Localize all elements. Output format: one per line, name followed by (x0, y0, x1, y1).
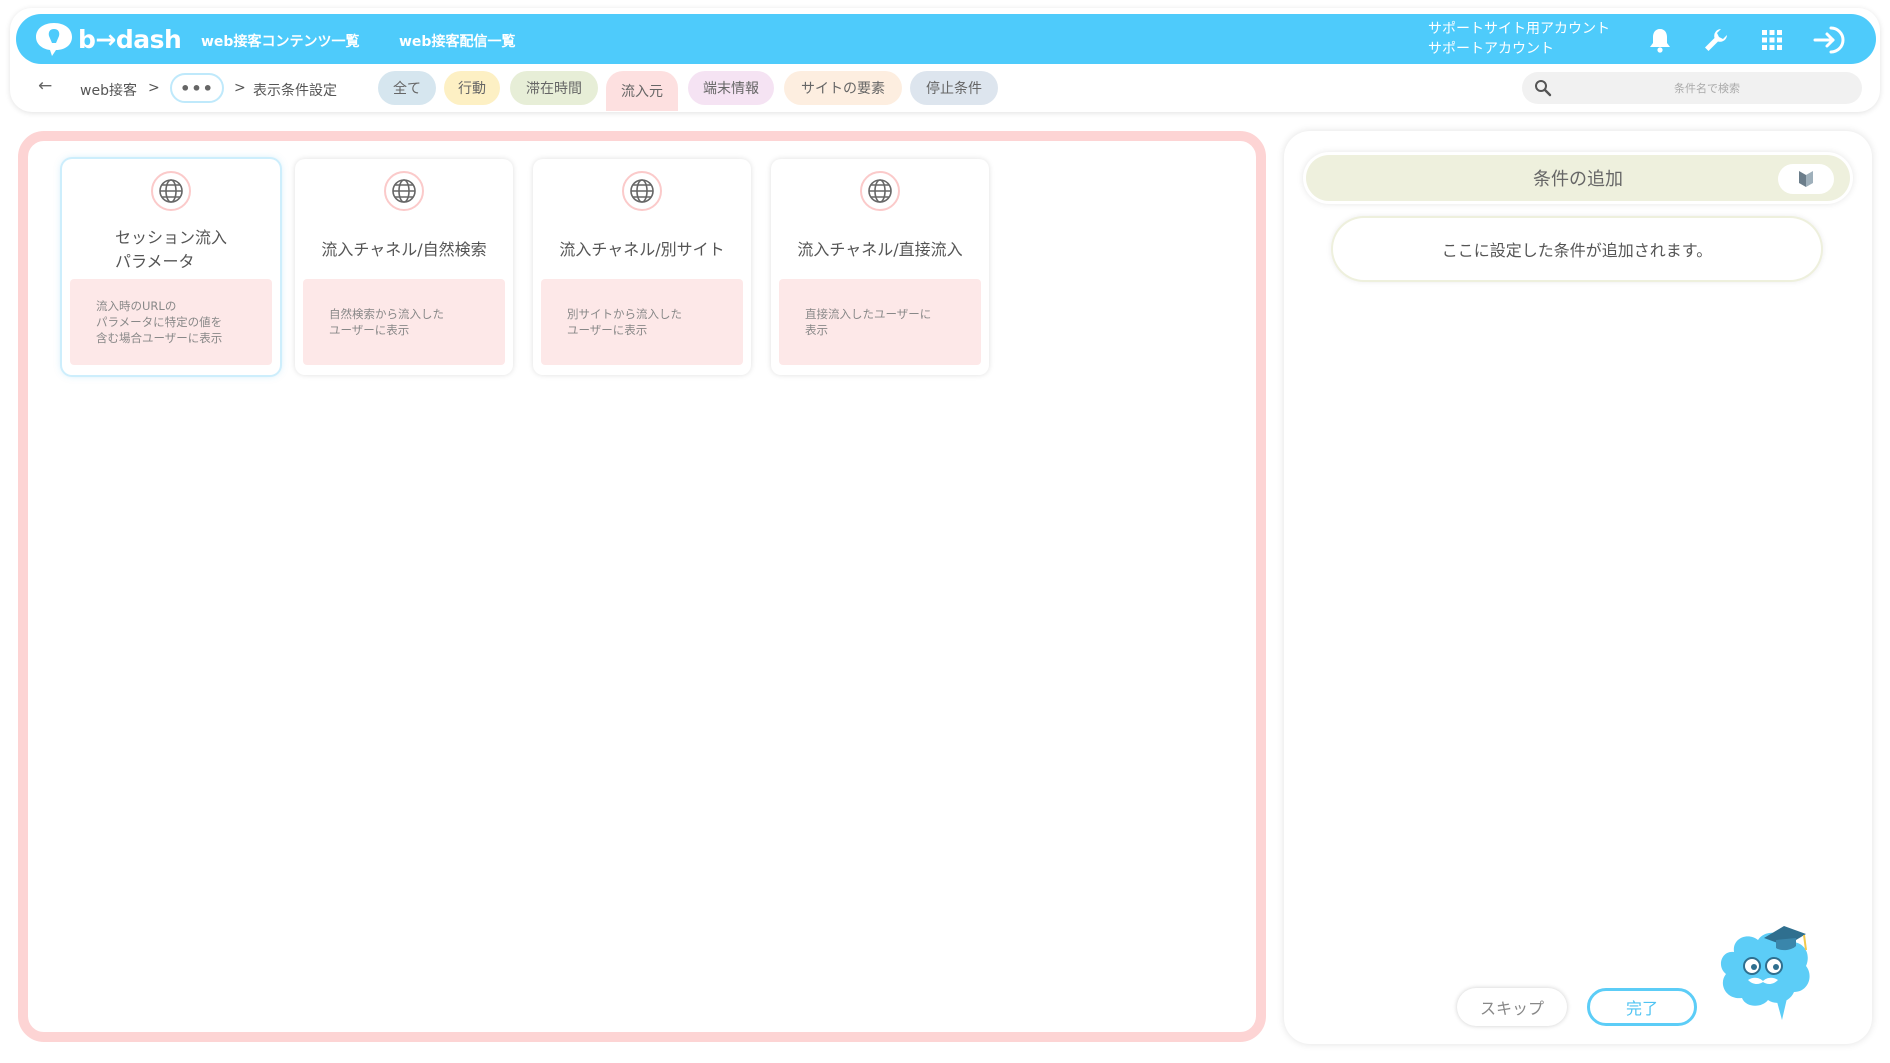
breadcrumb-current: 表示条件設定 (253, 83, 337, 99)
grid-icon[interactable] (1758, 26, 1786, 54)
card-title: 流入チャネル/直接流入 (797, 240, 963, 259)
card-description: 別サイトから流入した ユーザーに表示 (541, 279, 743, 365)
card-title: 流入チャネル/自然検索 (321, 240, 487, 259)
account-info[interactable]: サポートサイト用アカウント サポートアカウント (1428, 19, 1610, 59)
beginner-toggle[interactable] (1778, 164, 1834, 194)
card-description: 自然検索から流入した ユーザーに表示 (303, 279, 505, 365)
conditions-dropzone: ここに設定した条件が追加されます。 (1333, 218, 1821, 280)
breadcrumb-separator: > (234, 80, 246, 96)
condition-card-other-site[interactable]: 流入チャネル/別サイト 別サイトから流入した ユーザーに表示 (533, 159, 751, 375)
filter-referrer[interactable]: 流入元 (606, 71, 678, 111)
filter-all[interactable]: 全て (378, 71, 436, 105)
brand-name: b→dash (78, 24, 182, 54)
mascot-icon (1712, 922, 1816, 1026)
add-condition-header: 条件の追加 (1306, 155, 1850, 201)
card-title: 流入チャネル/別サイト (559, 240, 725, 259)
breadcrumb-web-service[interactable]: web接客 (80, 80, 137, 100)
globe-icon (151, 171, 191, 211)
filter-site-elements[interactable]: サイトの要素 (784, 71, 902, 105)
bell-icon[interactable] (1646, 26, 1674, 54)
logo-bubble-icon (36, 23, 72, 56)
filter-behavior[interactable]: 行動 (444, 71, 500, 105)
brand-logo[interactable]: b→dash (34, 21, 182, 57)
search-input[interactable] (1562, 76, 1852, 100)
filter-device-info[interactable]: 端末情報 (688, 71, 774, 105)
card-description: 直接流入したユーザーに 表示 (779, 279, 981, 365)
wrench-icon[interactable] (1702, 26, 1730, 54)
globe-icon (384, 171, 424, 211)
logout-icon[interactable] (1812, 26, 1848, 54)
card-description: 流入時のURLの パラメータに特定の値を 含む場合ユーザーに表示 (70, 279, 272, 365)
nav-web-content-list[interactable]: web接客コンテンツ一覧 (201, 31, 359, 51)
back-button[interactable]: ← (38, 76, 52, 96)
condition-card-direct[interactable]: 流入チャネル/直接流入 直接流入したユーザーに 表示 (771, 159, 989, 375)
skip-button[interactable]: スキップ (1457, 988, 1567, 1026)
app-header: b→dash web接客コンテンツ一覧 web接客配信一覧 サポートサイト用アカ… (16, 14, 1876, 64)
condition-card-organic-search[interactable]: 流入チャネル/自然検索 自然検索から流入した ユーザーに表示 (295, 159, 513, 375)
globe-icon (622, 171, 662, 211)
filter-stay-time[interactable]: 滞在時間 (510, 71, 598, 105)
beginner-mark-icon (1799, 171, 1813, 187)
globe-icon (860, 171, 900, 211)
nav-web-delivery-list[interactable]: web接客配信一覧 (399, 31, 515, 51)
account-site-name: サポートサイト用アカウント (1428, 21, 1610, 37)
conditions-placeholder-text: ここに設定した条件が追加されます。 (1441, 241, 1713, 260)
condition-card-session-param[interactable]: セッション流入 パラメータ 流入時のURLの パラメータに特定の値を 含む場合ユ… (62, 159, 280, 375)
add-condition-title: 条件の追加 (1533, 169, 1623, 190)
breadcrumb-separator: > (148, 80, 160, 96)
done-button[interactable]: 完了 (1587, 988, 1697, 1026)
account-user-name: サポートアカウント (1428, 41, 1554, 57)
search-box (1522, 72, 1862, 104)
search-icon (1535, 80, 1552, 97)
card-title: セッション流入 パラメータ (114, 228, 227, 271)
filter-stop-conditions[interactable]: 停止条件 (910, 71, 998, 105)
breadcrumb-more-button[interactable]: ••• (170, 73, 224, 103)
